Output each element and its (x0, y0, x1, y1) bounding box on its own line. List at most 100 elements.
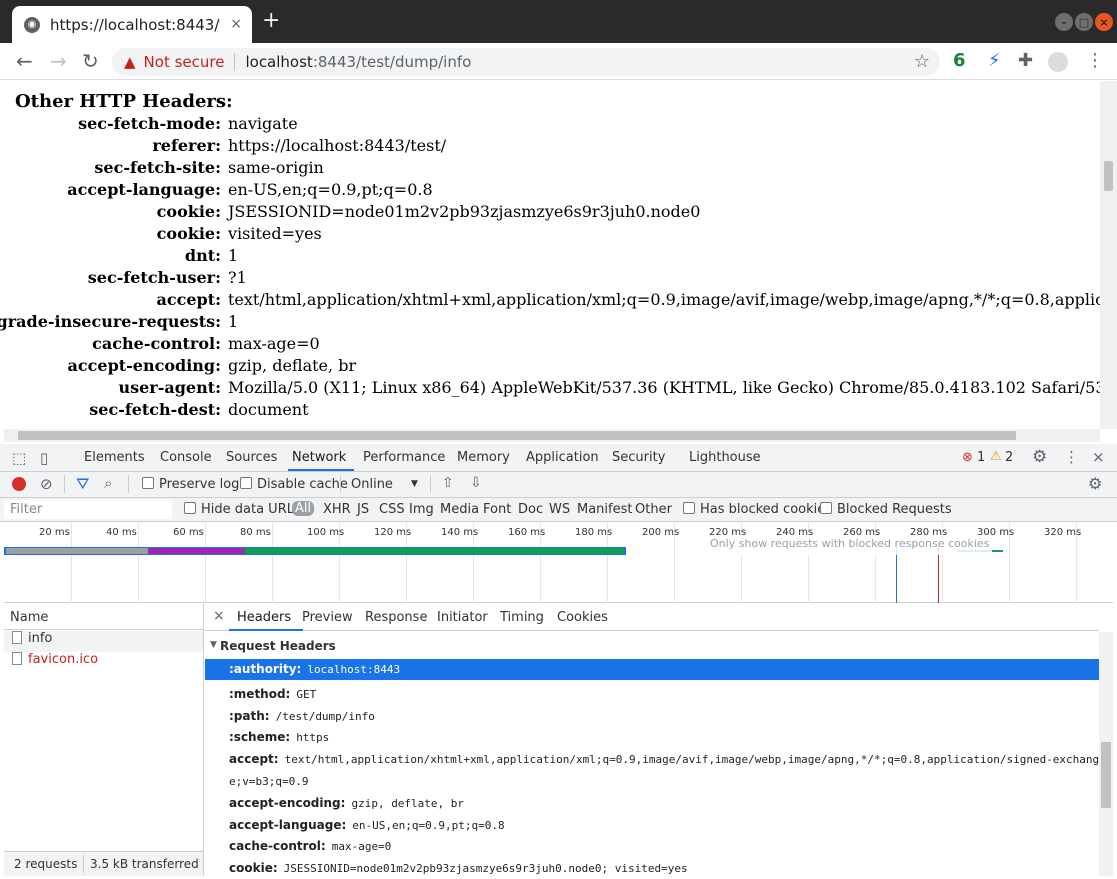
tab-application[interactable]: Application (526, 450, 599, 465)
checkbox-box[interactable] (820, 502, 832, 514)
extension-count-icon[interactable]: 6 (953, 51, 966, 71)
checkbox-box[interactable] (184, 502, 196, 514)
tab-performance[interactable]: Performance (363, 450, 445, 465)
hide-data-urls-checkbox[interactable]: Hide data URLs (184, 502, 301, 517)
type-filter-manifest[interactable]: Manifest (577, 502, 632, 517)
request-header-row[interactable]: cookie: JSESSIONID=node01m2v2pb93zjasmzye… (229, 861, 688, 875)
close-detail-icon[interactable]: × (213, 608, 225, 624)
not-secure-label[interactable]: Not secure (144, 53, 225, 71)
type-filter-css[interactable]: CSS (379, 502, 405, 517)
request-header-row[interactable]: cache-control: max-age=0 (229, 839, 391, 853)
lightning-extension-icon[interactable]: ⚡ (988, 51, 1001, 71)
toolbar-divider (64, 475, 65, 493)
inspect-element-icon[interactable]: ⬚ (12, 449, 26, 467)
detail-tab-initiator[interactable]: Initiator (437, 610, 488, 625)
type-filter-xhr[interactable]: XHR (323, 502, 351, 517)
request-headers-title[interactable]: Request Headers (220, 639, 336, 653)
type-filter-doc[interactable]: Doc (518, 502, 543, 517)
type-filter-ws[interactable]: WS (549, 502, 570, 517)
error-count[interactable]: 1 (977, 450, 985, 465)
device-toolbar-icon[interactable]: ▯ (40, 449, 48, 467)
request-header-key: cookie: (229, 861, 278, 876)
request-header-row[interactable]: e;v=b3;q=0.9 (229, 774, 308, 788)
request-header-row[interactable]: :authority: localhost:8443 (205, 659, 1099, 680)
request-row[interactable]: info (4, 631, 203, 652)
tab-elements[interactable]: Elements (84, 450, 145, 465)
request-header-row[interactable]: accept-encoding: gzip, deflate, br (229, 796, 464, 810)
checkbox-box[interactable] (142, 477, 154, 489)
clear-icon[interactable]: ⊘ (40, 475, 53, 493)
devtools-menu-icon[interactable]: ⋮ (1064, 448, 1079, 466)
close-devtools-icon[interactable]: × (1092, 448, 1105, 466)
warning-icon[interactable]: ⚠ (990, 449, 1002, 464)
forward-icon[interactable]: → (50, 49, 67, 73)
error-icon[interactable]: ⊗ (962, 450, 973, 465)
scroll-thumb[interactable] (18, 431, 1016, 440)
type-filter-other[interactable]: Other (635, 502, 672, 517)
browser-menu-icon[interactable]: ⋮ (1086, 51, 1104, 71)
request-name[interactable]: favicon.ico (28, 652, 98, 667)
has-blocked-cookies-checkbox[interactable]: Has blocked cookies (683, 502, 832, 517)
type-filter-js[interactable]: JS (357, 502, 369, 517)
bookmark-star-icon[interactable]: ☆ (914, 51, 930, 72)
request-header-row[interactable]: :path: /test/dump/info (229, 709, 375, 723)
profile-avatar-icon[interactable] (1048, 52, 1068, 72)
request-header-row[interactable]: :scheme: https (229, 730, 329, 744)
export-har-icon[interactable]: ⇩ (470, 475, 482, 491)
browser-tab[interactable]: ◉ https://localhost:8443/te × (12, 6, 252, 43)
type-filter-font[interactable]: Font (483, 502, 511, 517)
page-horizontal-scrollbar[interactable] (4, 429, 1100, 442)
extensions-puzzle-icon[interactable]: ✚ (1018, 51, 1033, 71)
warning-count[interactable]: 2 (1005, 450, 1013, 465)
globe-icon: ◉ (24, 16, 40, 33)
disable-cache-checkbox[interactable]: Disable cache (240, 477, 348, 492)
scroll-thumb[interactable] (1104, 161, 1113, 191)
detail-tab-preview[interactable]: Preview (302, 610, 353, 625)
request-header-row[interactable]: accept-language: en-US,en;q=0.9,pt;q=0.8 (229, 818, 505, 832)
new-tab-button[interactable]: + (262, 10, 280, 32)
network-settings-icon[interactable]: ⚙ (1088, 474, 1102, 493)
request-header-row[interactable]: :method: GET (229, 687, 316, 701)
minimize-icon[interactable]: – (1055, 13, 1073, 31)
reload-icon[interactable]: ↻ (82, 49, 99, 73)
type-filter-img[interactable]: Img (409, 502, 434, 517)
blocked-requests-checkbox[interactable]: Blocked Requests (820, 502, 952, 517)
tab-lighthouse[interactable]: Lighthouse (689, 450, 761, 465)
tab-close-icon[interactable]: × (230, 16, 242, 32)
tab-network[interactable]: Network (292, 450, 346, 465)
filter-input[interactable]: Filter (4, 500, 172, 519)
address-bar[interactable]: ▲ Not secure localhost:8443/test/dump/in… (112, 48, 940, 76)
preserve-log-checkbox[interactable]: Preserve log (142, 477, 239, 492)
search-icon[interactable]: ⌕ (104, 474, 112, 492)
tab-memory[interactable]: Memory (457, 450, 510, 465)
type-filter-media[interactable]: Media (440, 502, 479, 517)
detail-vertical-scrollbar[interactable] (1099, 632, 1113, 876)
name-column-header[interactable]: Name (4, 604, 203, 630)
maximize-icon[interactable]: □ (1075, 13, 1093, 31)
settings-gear-icon[interactable]: ⚙ (1032, 447, 1047, 467)
request-name[interactable]: info (28, 631, 52, 646)
tab-console[interactable]: Console (160, 450, 212, 465)
type-filter-all[interactable]: All (292, 501, 315, 516)
detail-tab-headers[interactable]: Headers (237, 610, 291, 625)
detail-tab-cookies[interactable]: Cookies (557, 610, 608, 625)
page-vertical-scrollbar[interactable] (1100, 81, 1117, 429)
filter-funnel-icon[interactable]: ⛛ (76, 474, 89, 494)
header-key: sec-fetch-site: (94, 158, 221, 177)
detail-tab-response[interactable]: Response (365, 610, 427, 625)
close-window-icon[interactable]: × (1095, 13, 1113, 31)
network-overview-timeline[interactable]: Only show requests with blocked response… (4, 523, 1113, 603)
request-header-row[interactable]: accept: text/html,application/xhtml+xml,a… (229, 752, 1099, 766)
request-row[interactable]: favicon.ico (4, 652, 203, 673)
import-har-icon[interactable]: ⇧ (442, 475, 454, 491)
checkbox-box[interactable] (683, 502, 695, 514)
back-icon[interactable]: ← (16, 49, 33, 73)
throttle-select[interactable]: Online ▼ (351, 477, 421, 492)
detail-tab-timing[interactable]: Timing (500, 610, 544, 625)
checkbox-box[interactable] (240, 477, 252, 489)
record-icon[interactable] (12, 477, 26, 491)
triangle-down-icon[interactable]: ▼ (210, 640, 217, 650)
tab-security[interactable]: Security (612, 450, 665, 465)
scroll-thumb[interactable] (1101, 742, 1111, 808)
tab-sources[interactable]: Sources (226, 450, 277, 465)
